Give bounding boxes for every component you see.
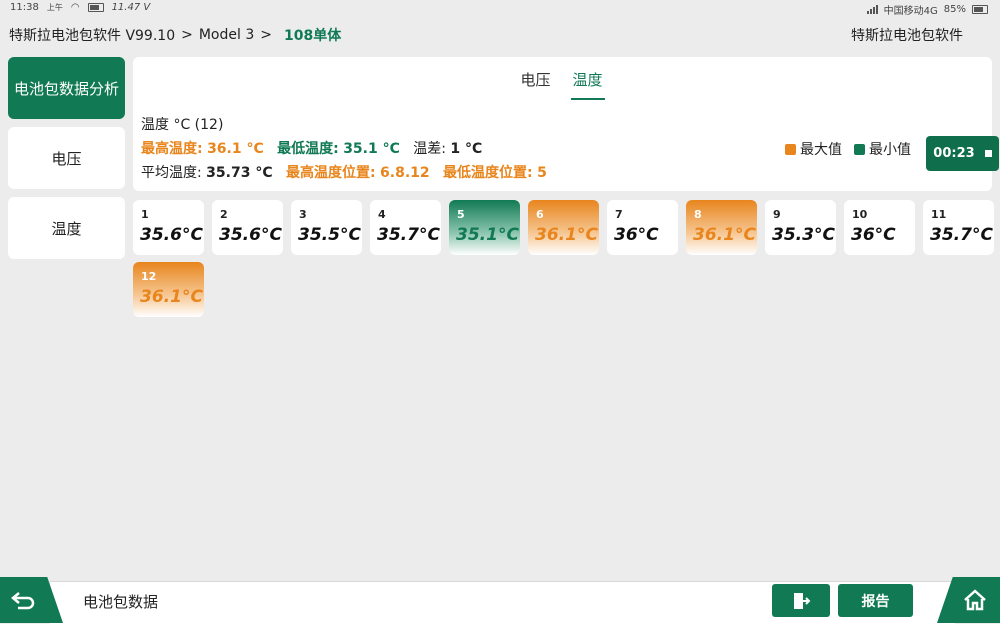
min-temp-label: 最低温度: xyxy=(277,141,339,157)
tab-bar: 电压 温度 xyxy=(133,69,992,100)
cell-temperature: 36°C xyxy=(614,225,659,245)
exit-icon xyxy=(794,592,811,609)
min-pos-value: 5 xyxy=(537,165,547,181)
cell-number: 5 xyxy=(457,208,465,221)
cell-tile[interactable]: 12 36.1°C xyxy=(133,262,204,317)
min-pos-label: 最低温度位置: xyxy=(443,165,533,181)
legend-min: 最小值 xyxy=(854,139,911,159)
cell-temperature: 35.7°C xyxy=(377,225,440,245)
legend-min-label: 最小值 xyxy=(869,142,911,158)
wifi-icon: ◠ xyxy=(70,2,80,13)
cell-temperature: 35.6°C xyxy=(219,225,282,245)
cell-tile[interactable]: 1 35.6°C xyxy=(133,200,204,255)
legend-max: 最大值 xyxy=(785,139,842,159)
battery-icon xyxy=(972,5,988,14)
breadcrumb-model[interactable]: Model 3 xyxy=(199,27,254,43)
status-ampm: 上午 xyxy=(46,3,63,12)
report-button[interactable]: 报告 xyxy=(838,584,913,617)
summary-title: 温度 °C (12) xyxy=(141,117,224,133)
temp-diff-label: 温差: xyxy=(413,141,446,157)
legend-max-label: 最大值 xyxy=(800,142,842,158)
cell-temperature: 35.6°C xyxy=(140,225,203,245)
cell-number: 2 xyxy=(220,208,228,221)
status-battery: 85% xyxy=(943,4,966,15)
cell-number: 9 xyxy=(773,208,781,221)
avg-temp-value: 35.73 °C xyxy=(206,165,273,181)
summary-row-2: 平均温度: 35.73 °C 最高温度位置: 6.8.12 最低温度位置: 5 xyxy=(141,161,547,185)
cell-tile[interactable]: 11 35.7°C xyxy=(923,200,994,255)
cell-tile[interactable]: 10 36°C xyxy=(844,200,915,255)
cell-temperature: 35.1°C xyxy=(456,225,519,245)
legend-max-swatch xyxy=(785,143,796,155)
cell-number: 4 xyxy=(378,208,386,221)
home-icon xyxy=(964,589,986,611)
cell-tile[interactable]: 2 35.6°C xyxy=(212,200,283,255)
footer: 电池包数据 报告 xyxy=(0,577,1000,624)
cell-temperature: 36.1°C xyxy=(140,287,203,307)
max-temp-label: 最高温度: xyxy=(141,141,203,157)
back-icon xyxy=(11,592,35,610)
signal-icon xyxy=(866,5,878,14)
max-pos-label: 最高温度位置: xyxy=(285,165,376,181)
temperature-summary: 温度 °C (12) 最高温度: 36.1 °C 最低温度: 35.1 °C 温… xyxy=(141,113,547,185)
cell-temperature: 36.1°C xyxy=(693,225,756,245)
status-bar: 11:38 上午 ◠ 11.47 V 中国移动4G 85% xyxy=(0,0,1000,17)
cell-tile[interactable]: 8 36.1°C xyxy=(686,200,757,255)
app-name: 特斯拉电池包软件 xyxy=(851,28,963,44)
breadcrumb-app[interactable]: 特斯拉电池包软件 V99.10 xyxy=(9,25,175,45)
footer-title: 电池包数据 xyxy=(83,593,159,611)
status-carrier: 中国移动4G xyxy=(883,6,938,17)
stop-icon xyxy=(984,150,992,157)
cell-tile[interactable]: 6 36.1°C xyxy=(528,200,599,255)
max-temp-value: 36.1 °C xyxy=(207,141,264,157)
cell-number: 12 xyxy=(141,270,157,283)
cell-number: 6 xyxy=(536,208,544,221)
cell-tile[interactable]: 4 35.7°C xyxy=(370,200,441,255)
avg-temp-label: 平均温度: xyxy=(141,165,202,181)
breadcrumb: 特斯拉电池包软件 V99.10 > Model 3 > 108单体 xyxy=(9,25,341,45)
breadcrumb-separator: > xyxy=(260,27,272,43)
timer-value: 00:23 xyxy=(933,146,975,161)
sidebar-item-battery-analysis[interactable]: 电池包数据分析 xyxy=(8,57,125,119)
temp-diff-value: 1 °C xyxy=(450,141,483,157)
cell-tile[interactable]: 3 35.5°C xyxy=(291,200,362,255)
sidebar-item-label: 电压 xyxy=(51,149,82,168)
sidebar-item-label: 温度 xyxy=(51,219,82,238)
legend: 最大值 最小值 xyxy=(785,139,911,159)
breadcrumb-separator: > xyxy=(181,27,193,43)
cell-temperature: 36.1°C xyxy=(535,225,598,245)
summary-row-1: 最高温度: 36.1 °C 最低温度: 35.1 °C 温差: 1 °C xyxy=(141,137,547,161)
status-voltage: 11.47 V xyxy=(111,2,151,13)
cell-temperature: 36°C xyxy=(851,225,896,245)
tab-temperature[interactable]: 温度 xyxy=(570,69,605,100)
cell-number: 11 xyxy=(931,208,947,221)
legend-min-swatch xyxy=(854,143,865,155)
cell-number: 1 xyxy=(141,208,149,221)
cell-temperature: 35.7°C xyxy=(930,225,993,245)
car-battery-icon xyxy=(87,3,104,12)
cell-number: 3 xyxy=(299,208,307,221)
cell-temperature: 35.5°C xyxy=(298,225,361,245)
min-temp-value: 35.1 °C xyxy=(343,141,400,157)
cell-tile[interactable]: 7 36°C xyxy=(607,200,678,255)
status-time: 11:38 xyxy=(10,2,39,13)
breadcrumb-current: 108单体 xyxy=(283,28,342,44)
max-pos-value: 6.8.12 xyxy=(380,165,430,181)
sidebar-item-temperature[interactable]: 温度 xyxy=(8,197,125,259)
cell-number: 8 xyxy=(694,208,702,221)
cell-temperature: 35.3°C xyxy=(772,225,835,245)
summary-panel: 电压 温度 温度 °C (12) 最高温度: 36.1 °C 最低温度: 35.… xyxy=(133,57,992,191)
timer-button[interactable]: 00:23 xyxy=(926,136,999,171)
tab-voltage[interactable]: 电压 xyxy=(520,69,550,100)
sidebar-item-voltage[interactable]: 电压 xyxy=(8,127,125,189)
cell-tile[interactable]: 9 35.3°C xyxy=(765,200,836,255)
header: 特斯拉电池包软件 V99.10 > Model 3 > 108单体 特斯拉电池包… xyxy=(0,22,1000,46)
report-label: 报告 xyxy=(861,593,890,610)
sidebar-item-label: 电池包数据分析 xyxy=(13,79,119,98)
cell-number: 7 xyxy=(615,208,623,221)
exit-button[interactable] xyxy=(772,584,830,617)
cell-number: 10 xyxy=(852,208,868,221)
cell-tile[interactable]: 5 35.1°C xyxy=(449,200,520,255)
